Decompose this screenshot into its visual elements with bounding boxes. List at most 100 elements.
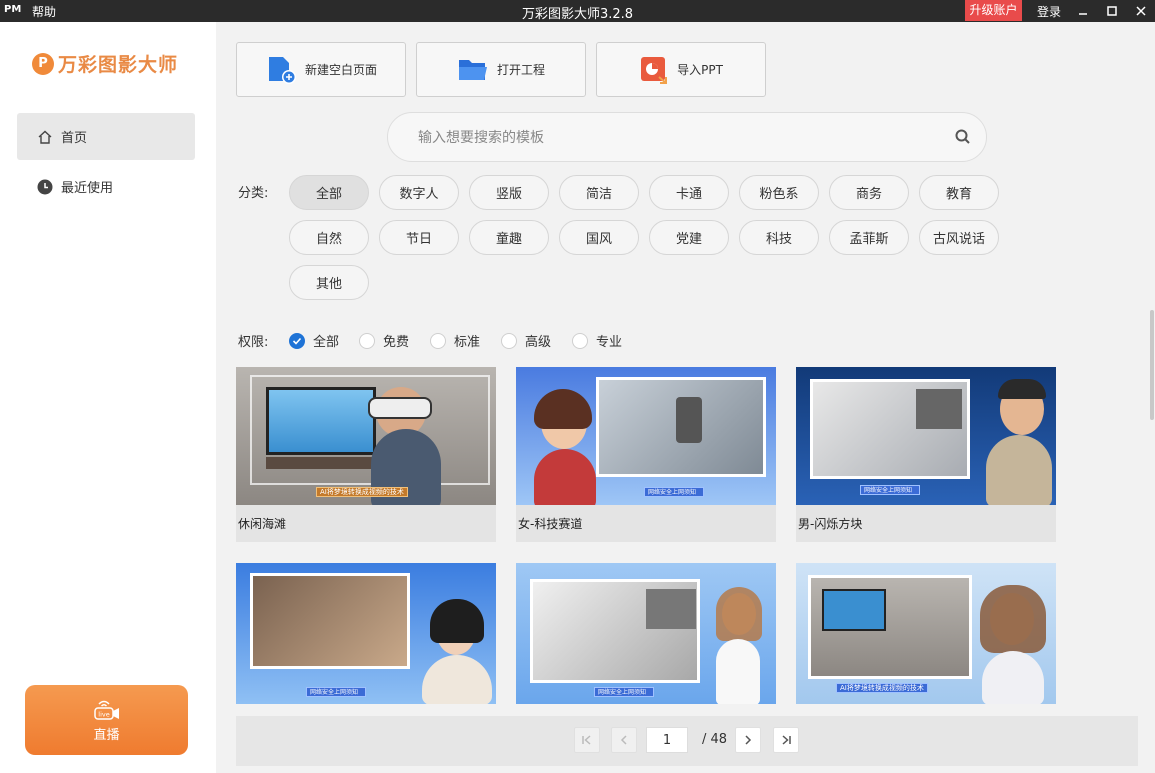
category-chip[interactable]: 其他 xyxy=(289,265,369,300)
radio-label: 标准 xyxy=(454,335,481,350)
first-page-button[interactable] xyxy=(574,727,600,753)
minimize-icon[interactable] xyxy=(1071,0,1095,22)
category-chip[interactable]: 粉色系 xyxy=(739,175,819,210)
sidebar-item-label: 首页 xyxy=(61,131,88,146)
category-chip[interactable]: 童趣 xyxy=(469,220,549,255)
sidebar-item-home[interactable]: 首页 xyxy=(17,113,195,160)
last-page-button[interactable] xyxy=(773,727,799,753)
ppt-icon xyxy=(639,55,669,85)
category-chip[interactable]: 国风 xyxy=(559,220,639,255)
template-card[interactable]: 网络安全上网须知 xyxy=(236,563,496,704)
last-page-icon xyxy=(782,735,791,745)
first-page-icon xyxy=(582,735,591,745)
sidebar: P 万彩图影大师 首页 最近使用 live 直播 xyxy=(0,22,216,773)
template-thumbnail: AI将梦境转换成视频的技术 xyxy=(236,367,496,505)
new-blank-page-label: 新建空白页面 xyxy=(304,63,377,77)
open-project-button[interactable]: 打开工程 xyxy=(416,42,586,97)
category-chip[interactable]: 竖版 xyxy=(469,175,549,210)
thumbnail-caption: 网络安全上网须知 xyxy=(864,487,913,494)
next-page-button[interactable] xyxy=(735,727,761,753)
live-icon: live xyxy=(93,700,119,720)
template-card[interactable]: 网络安全上网须知 xyxy=(516,563,776,704)
close-icon[interactable] xyxy=(1129,0,1153,22)
template-thumbnail: 网络安全上网须知 xyxy=(516,563,776,704)
category-chip[interactable]: 节日 xyxy=(379,220,459,255)
category-chip[interactable]: 简洁 xyxy=(559,175,639,210)
vertical-scrollbar[interactable] xyxy=(1150,310,1154,420)
sidebar-item-recent[interactable]: 最近使用 xyxy=(17,163,195,210)
template-name: 休闲海滩 xyxy=(236,505,496,542)
import-ppt-label: 导入PPT xyxy=(677,63,723,77)
prev-page-button[interactable] xyxy=(611,727,637,753)
permission-radio-all[interactable]: 全部 xyxy=(289,331,339,350)
main-content: 新建空白页面 打开工程 导入PPT 分类: 全部 数字人 竖版 xyxy=(216,22,1155,773)
template-thumbnail: AI将梦境转换成视频的技术 xyxy=(796,563,1056,704)
page-total: / 48 xyxy=(702,732,728,747)
new-blank-page-button[interactable]: 新建空白页面 xyxy=(236,42,406,97)
radio-icon xyxy=(430,332,446,349)
category-chip[interactable]: 自然 xyxy=(289,220,369,255)
radio-label: 高级 xyxy=(525,335,552,350)
template-search-box[interactable] xyxy=(387,112,987,162)
template-name: 男-闪烁方块 xyxy=(796,505,1056,542)
template-thumbnail: 网络安全上网须知 xyxy=(516,367,776,505)
permission-radio-standard[interactable]: 标准 xyxy=(430,331,480,350)
import-ppt-button[interactable]: 导入PPT xyxy=(596,42,766,97)
category-chip-all[interactable]: 全部 xyxy=(289,175,369,210)
radio-icon xyxy=(572,332,588,349)
search-input[interactable] xyxy=(418,127,938,149)
category-chip[interactable]: 商务 xyxy=(829,175,909,210)
home-icon xyxy=(37,129,53,145)
radio-icon xyxy=(359,332,375,349)
radio-icon xyxy=(501,332,517,349)
template-card[interactable]: AI将梦境转换成视频的技术 休闲海滩 xyxy=(236,367,496,542)
permission-radio-advanced[interactable]: 高级 xyxy=(501,331,551,350)
category-chip[interactable]: 数字人 xyxy=(379,175,459,210)
category-chip[interactable]: 孟菲斯 xyxy=(829,220,909,255)
category-label: 分类: xyxy=(238,186,269,201)
thumbnail-caption: 网络安全上网须知 xyxy=(648,489,697,496)
thumbnail-caption: 网络安全上网须知 xyxy=(598,689,647,696)
template-card[interactable]: AI将梦境转换成视频的技术 xyxy=(796,563,1056,704)
login-button[interactable]: 登录 xyxy=(1037,3,1061,20)
pagination-bar: 1 / 48 xyxy=(236,716,1138,766)
title-bar: PM 帮助 万彩图影大师3.2.8 升级账户 登录 xyxy=(0,0,1155,22)
template-name: 女-科技赛道 xyxy=(516,505,776,542)
sidebar-item-label: 最近使用 xyxy=(61,181,114,196)
search-icon[interactable] xyxy=(954,128,972,150)
logo-icon: P xyxy=(32,52,54,75)
maximize-icon[interactable] xyxy=(1100,0,1124,22)
live-button-label: 直播 xyxy=(93,727,120,743)
category-chip[interactable]: 科技 xyxy=(739,220,819,255)
chevron-right-icon xyxy=(745,735,752,745)
category-chip[interactable]: 古风说话 xyxy=(919,220,999,255)
template-thumbnail: 网络安全上网须知 xyxy=(236,563,496,704)
radio-label: 全部 xyxy=(313,335,340,350)
category-chip[interactable]: 卡通 xyxy=(649,175,729,210)
thumbnail-caption: AI将梦境转换成视频的技术 xyxy=(840,684,924,692)
folder-icon xyxy=(457,56,489,84)
page-number-input[interactable]: 1 xyxy=(646,727,688,753)
chevron-left-icon xyxy=(620,735,627,745)
upgrade-account-button[interactable]: 升级账户 xyxy=(965,0,1022,21)
thumbnail-caption: 网络安全上网须知 xyxy=(310,689,359,696)
radio-label: 免费 xyxy=(383,335,410,350)
thumbnail-caption: AI将梦境转换成视频的技术 xyxy=(320,488,404,496)
category-chip[interactable]: 党建 xyxy=(649,220,729,255)
permission-label: 权限: xyxy=(238,335,269,350)
permission-radio-free[interactable]: 免费 xyxy=(359,331,409,350)
radio-label: 专业 xyxy=(596,335,623,350)
logo-text: 万彩图影大师 xyxy=(58,54,179,76)
clock-icon xyxy=(37,179,53,195)
template-card[interactable]: 网络安全上网须知 男-闪烁方块 xyxy=(796,367,1056,542)
category-chip[interactable]: 教育 xyxy=(919,175,999,210)
permission-radio-pro[interactable]: 专业 xyxy=(572,331,622,350)
live-stream-button[interactable]: live 直播 xyxy=(25,685,188,755)
template-card[interactable]: 网络安全上网须知 女-科技赛道 xyxy=(516,367,776,542)
radio-checked-icon xyxy=(289,332,305,349)
template-thumbnail: 网络安全上网须知 xyxy=(796,367,1056,505)
app-logo: P 万彩图影大师 xyxy=(32,50,178,77)
svg-text:live: live xyxy=(98,710,109,718)
new-file-icon xyxy=(265,55,297,85)
open-project-label: 打开工程 xyxy=(496,63,545,77)
